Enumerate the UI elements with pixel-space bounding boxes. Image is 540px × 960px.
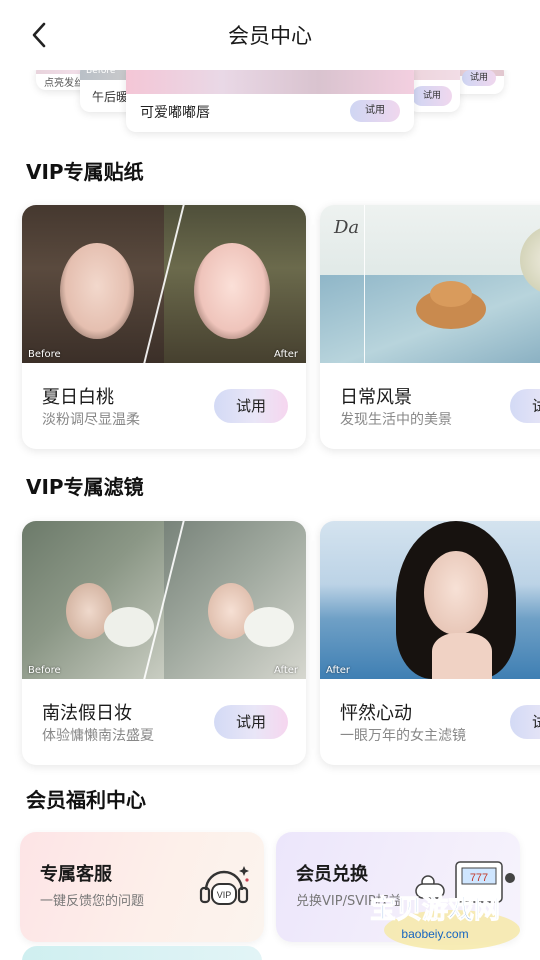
card-name: 夏日白桃 (42, 387, 114, 408)
card-name: 南法假日妆 (42, 703, 132, 724)
watermark-title: 宝贝游戏网 (370, 894, 500, 925)
section-title-welfare: 会员福利中心 (26, 788, 146, 812)
before-tag: Before (28, 665, 61, 676)
try-button[interactable]: 试用 (462, 70, 496, 86)
vip-badge-text: VIP (217, 890, 232, 900)
after-tag: After (326, 665, 351, 676)
try-button[interactable]: 试用 (214, 705, 288, 739)
welfare-title: 会员兑换 (296, 864, 368, 885)
before-after-photo: Before After (22, 205, 306, 363)
card-description: 淡粉调尽显温柔 (42, 412, 140, 428)
member-center-page: 会员中心 点亮发丝 Before 午后暖 试用 试用 可爱嘟嘟唇 试用 VIP专… (0, 0, 540, 960)
svg-text:777: 777 (470, 872, 488, 884)
welfare-title: 专属客服 (40, 864, 112, 885)
card-name: 日常风景 (340, 387, 412, 408)
carousel-card-label: 点亮发丝 (44, 78, 84, 89)
watermark-logo: 777 宝贝游戏网 baobeiy.com (369, 861, 520, 950)
after-tag: After (273, 349, 298, 360)
carousel-card-main[interactable]: 可爱嘟嘟唇 试用 (126, 62, 414, 132)
welfare-card-partial[interactable] (22, 946, 262, 960)
card-description: 发现生活中的美景 (340, 412, 452, 428)
welfare-card-customer-service[interactable]: 专属客服 一键反馈您的问题 VIP (20, 832, 264, 942)
vip-headset-icon: VIP (199, 866, 249, 905)
effect-carousel[interactable]: 点亮发丝 Before 午后暖 试用 试用 可爱嘟嘟唇 试用 (0, 62, 540, 140)
watermark-url: baobeiy.com (401, 927, 468, 941)
try-button[interactable]: 试用 (214, 389, 288, 423)
try-button[interactable]: 试用 (350, 100, 400, 122)
welfare-description: 一键反馈您的问题 (40, 894, 145, 909)
page-title: 会员中心 (228, 24, 312, 48)
card-name: 怦然心动 (340, 703, 412, 724)
before-after-photo: Before After (22, 521, 306, 679)
section-title-filters: VIP专属滤镜 (26, 475, 144, 499)
sticker-card-daily-scenery[interactable]: Da 日常风景 发现生活中的美景 试 (320, 205, 540, 449)
try-button[interactable]: 试 (510, 705, 540, 739)
filter-card-south-france[interactable]: Before After 南法假日妆 体验慵懒南法盛夏 试用 (22, 521, 306, 765)
effect-name: 可爱嘟嘟唇 (140, 105, 210, 121)
before-tag: Before (28, 349, 61, 360)
sticker-card-summer-peach[interactable]: Before After 夏日白桃 淡粉调尽显温柔 试用 (22, 205, 306, 449)
card-description: 一眼万年的女主滤镜 (340, 728, 466, 744)
try-button[interactable]: 试用 (412, 86, 452, 106)
carousel-card-label: 午后暖 (92, 90, 129, 104)
filter-card-heartbeat[interactable]: After 怦然心动 一眼万年的女主滤镜 试 (320, 521, 540, 765)
filter-photo: After (320, 521, 540, 679)
top-bar: 会员中心 (0, 0, 540, 70)
try-button[interactable]: 试 (510, 389, 540, 423)
card-description: 体验慵懒南法盛夏 (42, 728, 154, 744)
after-tag: After (273, 665, 298, 676)
section-title-stickers: VIP专属贴纸 (26, 160, 144, 184)
scenery-photo: Da (320, 205, 540, 363)
